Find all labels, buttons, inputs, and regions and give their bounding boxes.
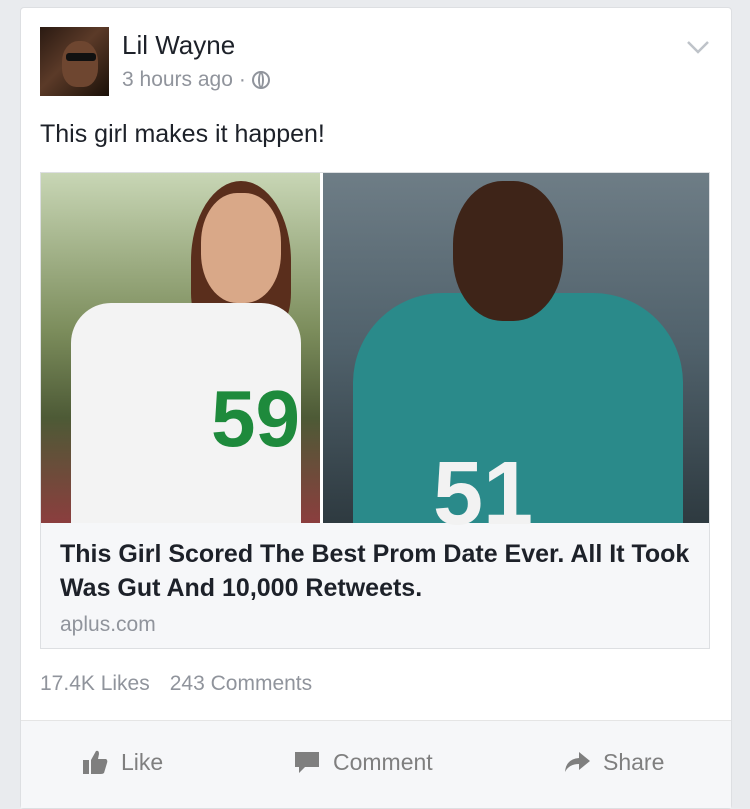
- thumbs-up-icon: [83, 750, 108, 774]
- comment-button[interactable]: Comment: [293, 748, 433, 776]
- likes-count[interactable]: 17.4K Likes: [40, 672, 150, 696]
- speech-bubble-icon: [295, 752, 319, 773]
- link-image-left: 59: [41, 173, 321, 523]
- image-player-face: [453, 181, 563, 321]
- post-meta: 3 hours ago ·: [122, 68, 270, 92]
- post-card: Lil Wayne 3 hours ago · This girl makes …: [20, 7, 732, 809]
- post-timestamp[interactable]: 3 hours ago: [122, 68, 233, 92]
- link-image-right: 51: [323, 173, 709, 544]
- image-jersey-number-right: 51: [433, 444, 534, 544]
- image-girl-face: [201, 193, 281, 303]
- chevron-down-icon[interactable]: [685, 34, 711, 60]
- globe-icon: [251, 71, 270, 89]
- author-name[interactable]: Lil Wayne: [122, 30, 235, 61]
- share-label: Share: [603, 748, 665, 775]
- share-arrow-icon: [565, 752, 590, 772]
- link-domain: aplus.com: [60, 613, 156, 636]
- avatar[interactable]: [40, 27, 109, 96]
- share-button[interactable]: Share: [563, 748, 664, 776]
- comments-count[interactable]: 243 Comments: [170, 672, 312, 696]
- link-title[interactable]: This Girl Scored The Best Prom Date Ever…: [60, 537, 700, 605]
- post-text: This girl makes it happen!: [40, 120, 325, 148]
- like-label: Like: [121, 748, 164, 775]
- avatar-sunglasses: [66, 53, 96, 61]
- comment-label: Comment: [333, 748, 433, 775]
- post-stats: 17.4K Likes 243 Comments: [40, 672, 312, 696]
- link-preview[interactable]: 59 51 This Girl Scored The Best Prom Dat…: [40, 172, 710, 649]
- like-button[interactable]: Like: [81, 748, 163, 776]
- avatar-face: [62, 41, 98, 87]
- image-jersey-number-left: 59: [211, 374, 300, 463]
- meta-separator: ·: [238, 68, 246, 91]
